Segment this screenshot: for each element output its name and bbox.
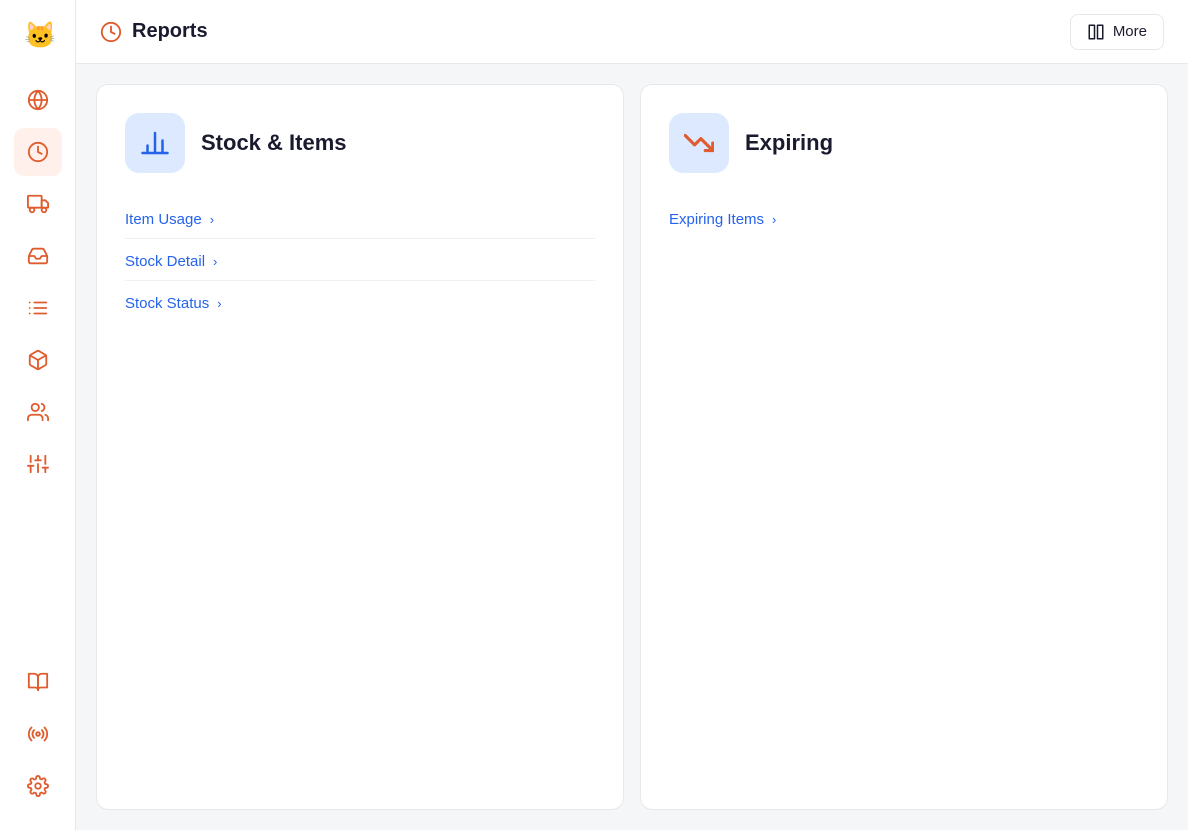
- sidebar-item-inbox[interactable]: [14, 232, 62, 280]
- sidebar-item-settings[interactable]: [14, 762, 62, 810]
- expiring-card: Expiring Expiring Items ›: [640, 84, 1168, 810]
- chevron-right-icon: ›: [772, 212, 776, 227]
- sidebar-item-controls[interactable]: [14, 440, 62, 488]
- page-title: Reports: [132, 20, 208, 43]
- expiring-items-link[interactable]: Expiring Items ›: [669, 201, 1139, 238]
- svg-text:🐱: 🐱: [24, 20, 56, 50]
- sidebar-item-delivery[interactable]: [14, 180, 62, 228]
- sidebar-item-radio[interactable]: [14, 710, 62, 758]
- sidebar-bottom: [14, 658, 62, 818]
- chevron-right-icon: ›: [210, 212, 214, 227]
- trending-down-icon: [684, 128, 714, 158]
- app-logo: 🐱: [16, 12, 60, 56]
- stock-items-card: Stock & Items Item Usage › Stock Detail …: [96, 84, 624, 810]
- card-header-stock: Stock & Items: [125, 113, 595, 173]
- item-usage-link[interactable]: Item Usage ›: [125, 201, 595, 239]
- sidebar: 🐱: [0, 0, 76, 830]
- stock-items-title: Stock & Items: [201, 130, 347, 156]
- sidebar-item-globe[interactable]: [14, 76, 62, 124]
- sidebar-nav: [14, 76, 62, 658]
- more-button[interactable]: More: [1070, 14, 1164, 50]
- card-header-expiring: Expiring: [669, 113, 1139, 173]
- expiring-links: Expiring Items ›: [669, 201, 1139, 238]
- stock-status-link[interactable]: Stock Status ›: [125, 285, 595, 322]
- stock-detail-link[interactable]: Stock Detail ›: [125, 243, 595, 281]
- main-content: Reports More: [76, 0, 1188, 830]
- sidebar-item-list[interactable]: [14, 284, 62, 332]
- expiring-icon-container: [669, 113, 729, 173]
- content-area: Stock & Items Item Usage › Stock Detail …: [76, 64, 1188, 830]
- sidebar-item-reports[interactable]: [14, 128, 62, 176]
- columns-icon: [1087, 23, 1105, 41]
- header: Reports More: [76, 0, 1188, 64]
- sidebar-item-users[interactable]: [14, 388, 62, 436]
- chevron-right-icon: ›: [217, 296, 221, 311]
- expiring-title: Expiring: [745, 130, 833, 156]
- sidebar-item-box[interactable]: [14, 336, 62, 384]
- reports-clock-icon: [100, 21, 122, 43]
- bar-chart-icon: [140, 128, 170, 158]
- sidebar-item-book[interactable]: [14, 658, 62, 706]
- chevron-right-icon: ›: [213, 254, 217, 269]
- header-left: Reports: [100, 20, 208, 43]
- stock-items-icon-container: [125, 113, 185, 173]
- stock-items-links: Item Usage › Stock Detail › Stock Status…: [125, 201, 595, 322]
